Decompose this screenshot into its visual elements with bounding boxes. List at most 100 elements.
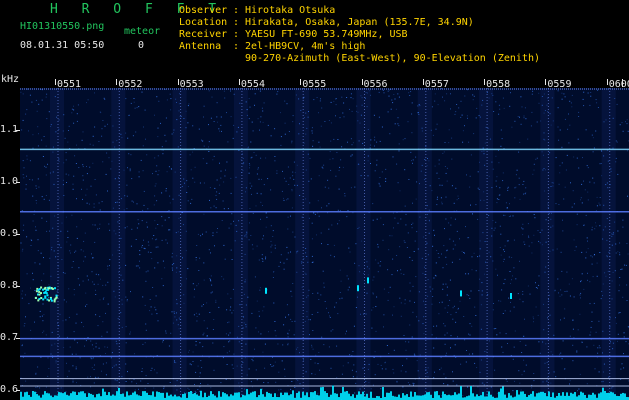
noise-pixel [251,358,253,360]
noise-pixel [258,310,260,312]
noise-pixel [404,303,406,305]
noise-pixel [504,214,506,216]
datetime-label: 08.01.31 05:50 [20,40,105,51]
noise-pixel [126,195,128,197]
noise-pixel [510,215,511,217]
noise-pixel [73,331,75,333]
noise-pixel [212,329,214,330]
noise-pixel [73,122,75,124]
noise-pixel [100,112,102,114]
noise-pixel [198,128,200,130]
noise-floor-bar [288,395,290,400]
noise-floor-bar [148,395,150,400]
noise-pixel [157,246,159,248]
noise-pixel [321,107,323,109]
noise-pixel [618,290,620,292]
noise-pixel [137,265,139,267]
noise-pixel [215,299,217,301]
noise-floor-bar [286,392,288,400]
noise-pixel [405,224,407,226]
noise-pixel [65,216,67,218]
receiver-sep: : [233,29,240,40]
noise-pixel [446,180,448,182]
noise-pixel [102,284,104,286]
noise-floor-bar [460,386,462,400]
noise-pixel [561,98,563,100]
noise-pixel [130,102,132,104]
noise-pixel [597,89,599,91]
noise-pixel [592,137,594,139]
noise-pixel [209,199,210,201]
noise-pixel [39,310,41,312]
noise-floor-bar [390,391,392,400]
noise-pixel [521,374,523,376]
noise-pixel [557,90,559,92]
noise-pixel [155,246,157,248]
noise-pixel [521,227,523,229]
noise-pixel [350,187,352,189]
noise-pixel [347,289,349,291]
noise-pixel [256,245,258,247]
noise-floor-bar [184,393,186,400]
noise-pixel [449,238,451,240]
time-tick [238,79,240,85]
noise-floor-bar [592,392,594,400]
noise-pixel [21,345,23,347]
noise-pixel [93,382,95,384]
noise-pixel [343,116,345,118]
noise-pixel [313,212,315,214]
noise-pixel [155,170,157,172]
noise-pixel [413,384,414,386]
noise-pixel [536,157,538,159]
noise-pixel [393,349,395,351]
noise-pixel [599,163,601,165]
noise-pixel [523,335,525,337]
noise-pixel [619,242,621,244]
noise-floor-bar [292,390,294,400]
noise-pixel [223,208,225,210]
noise-pixel [41,279,43,281]
noise-floor-bar [444,394,446,400]
noise-pixel [384,362,386,364]
noise-pixel [139,260,140,262]
noise-pixel [405,349,407,351]
noise-pixel [90,340,92,342]
noise-pixel [590,95,592,97]
noise-pixel [323,282,325,284]
noise-pixel [147,251,149,253]
noise-pixel [37,145,39,147]
noise-pixel [218,192,220,194]
noise-pixel [447,311,449,313]
noise-pixel [90,376,91,378]
noise-pixel [411,132,413,134]
noise-pixel [200,235,202,237]
noise-pixel [317,311,319,313]
antenna-value-2: 90-270-Azimuth (East-West), 90-Elevation… [245,53,541,64]
noise-pixel [559,165,561,167]
noise-pixel [187,387,189,389]
noise-pixel [161,239,163,241]
noise-pixel [472,94,474,96]
noise-pixel [620,269,622,270]
noise-pixel [213,319,215,320]
noise-pixel [565,169,567,171]
noise-pixel [168,166,170,168]
noise-floor-bar [412,396,414,400]
noise-pixel [572,360,574,362]
noise-pixel [188,349,190,351]
noise-pixel [528,245,530,247]
noise-floor-bar [574,392,576,400]
noise-pixel [274,156,276,157]
noise-pixel [82,179,84,181]
noise-pixel [157,136,159,138]
noise-pixel [455,311,457,313]
noise-pixel [95,346,97,348]
noise-pixel [438,163,440,165]
noise-pixel [595,331,597,333]
noise-pixel [339,269,341,271]
noise-pixel [569,100,571,102]
noise-pixel [590,331,592,333]
noise-pixel [534,217,536,219]
noise-pixel [26,88,28,90]
noise-pixel [216,102,218,104]
